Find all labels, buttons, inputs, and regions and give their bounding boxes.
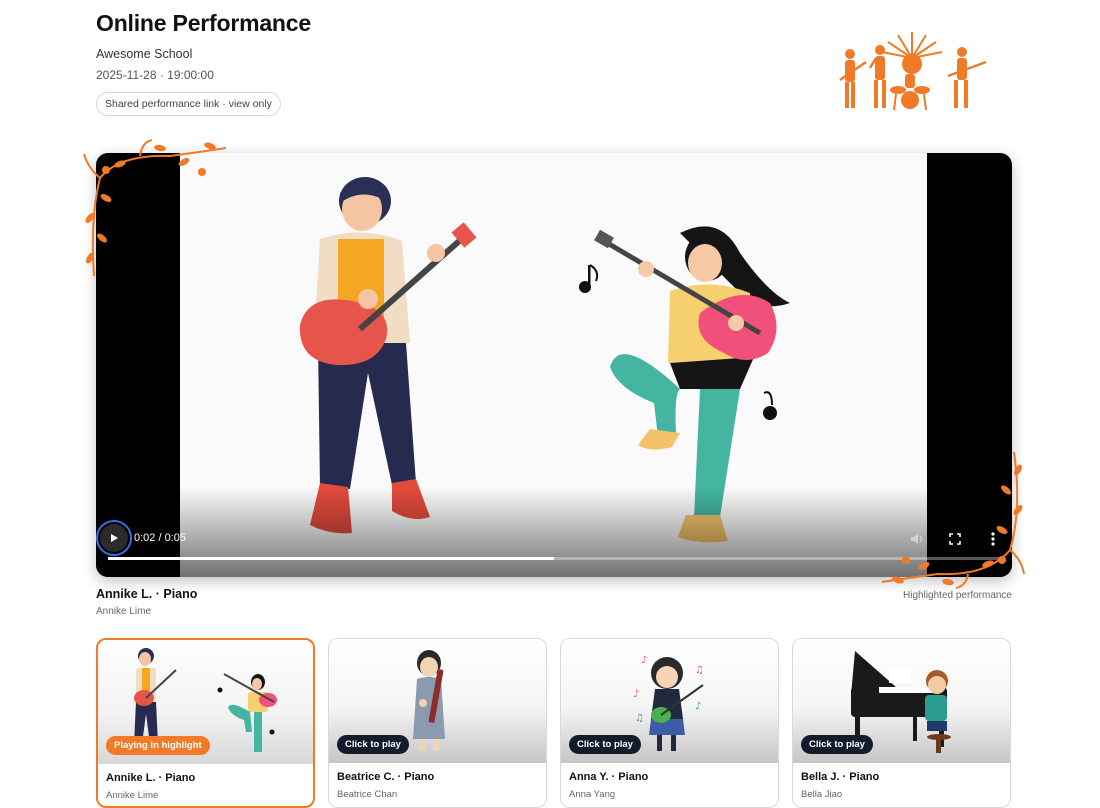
- now-playing-performer: Annike Lime: [96, 606, 152, 617]
- fullscreen-icon[interactable]: [947, 531, 963, 547]
- now-playing-title: Annike L. · Piano: [96, 587, 198, 601]
- volume-icon[interactable]: [909, 531, 925, 547]
- card-title: Bella J. · Piano: [801, 771, 880, 783]
- performance-card[interactable]: ♪ ♫ ♪ ♫ ♪ Click to play Anna Y. · Piano …: [560, 638, 779, 808]
- svg-text:♪: ♪: [633, 689, 639, 700]
- click-to-play-badge[interactable]: Click to play: [569, 735, 641, 754]
- card-title: Annike L. · Piano: [106, 772, 196, 784]
- card-performer: Annike Lime: [106, 790, 159, 801]
- card-title: Anna Y. · Piano: [569, 771, 649, 783]
- click-to-play-badge[interactable]: Click to play: [801, 735, 873, 754]
- performance-datetime: 2025-11-28 · 19:00:00: [96, 68, 214, 82]
- progress-bar[interactable]: [108, 557, 1000, 560]
- page-title: Online Performance: [96, 10, 311, 36]
- svg-text:♫: ♫: [635, 713, 644, 724]
- share-link-chip: Shared performance link · view only: [96, 92, 281, 116]
- card-performer: Bella Jiao: [801, 789, 843, 800]
- card-title: Beatrice C. · Piano: [337, 771, 435, 783]
- play-icon: [111, 534, 118, 542]
- playing-in-highlight-badge: Playing in highlight: [106, 736, 210, 755]
- male-guitarist-figure: [299, 177, 477, 534]
- more-options-icon[interactable]: [985, 531, 1001, 547]
- controls-overlay: [96, 487, 1012, 577]
- performance-card[interactable]: Click to play Bella J. · Piano Bella Jia…: [792, 638, 1011, 808]
- svg-text:♪: ♪: [641, 655, 647, 666]
- school-name: Awesome School: [96, 47, 193, 61]
- video-player[interactable]: 0:02 / 0:05: [96, 153, 1012, 577]
- svg-text:♫: ♫: [695, 665, 704, 676]
- play-button[interactable]: [96, 520, 132, 556]
- click-to-play-badge[interactable]: Click to play: [337, 735, 409, 754]
- card-performer: Beatrice Chan: [337, 789, 398, 800]
- band-logo: [839, 32, 987, 111]
- svg-text:♪: ♪: [695, 701, 701, 712]
- highlighted-performance-label: Highlighted performance: [903, 590, 1012, 601]
- performance-card[interactable]: Click to play Beatrice C. · Piano Beatri…: [328, 638, 547, 808]
- page-header: Online Performance Awesome School 2025-1…: [96, 10, 311, 116]
- performance-card[interactable]: Playing in highlight Annike L. · Piano A…: [96, 638, 315, 808]
- time-readout: 0:02 / 0:05: [134, 532, 186, 544]
- progress-fill: [108, 557, 554, 560]
- card-performer: Anna Yang: [569, 789, 616, 800]
- performance-list: Playing in highlight Annike L. · Piano A…: [96, 638, 1012, 808]
